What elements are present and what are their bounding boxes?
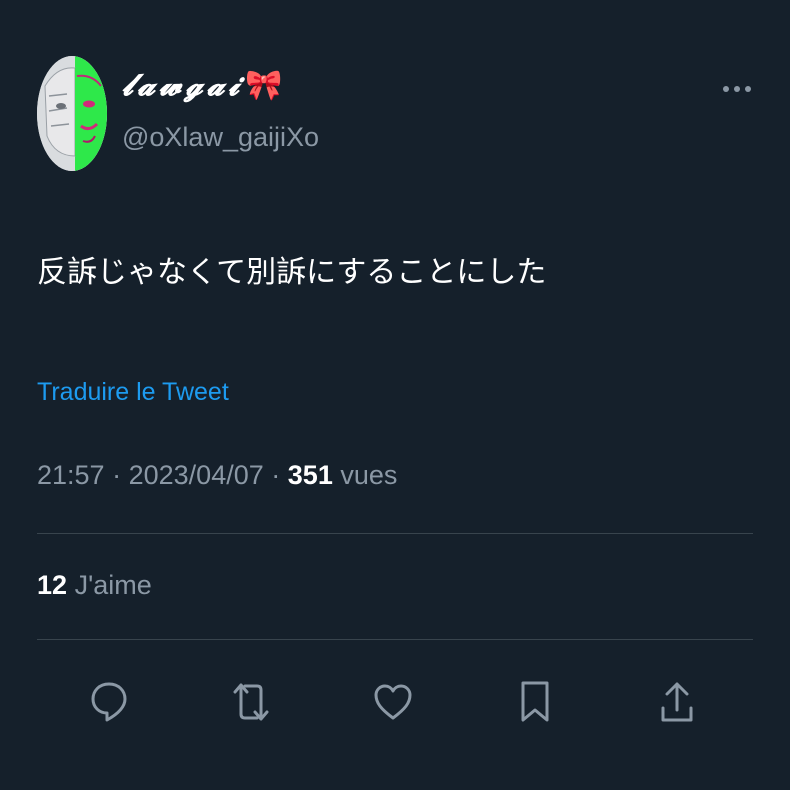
user-handle[interactable]: @oXlaw_gaijiXo bbox=[122, 122, 319, 153]
share-icon bbox=[661, 682, 693, 722]
more-horizontal-icon bbox=[723, 86, 751, 92]
tweet-metadata: 21:57 · 2023/04/07 · 351 vues bbox=[37, 460, 397, 491]
retweet-button[interactable] bbox=[225, 672, 277, 732]
reply-button[interactable] bbox=[83, 672, 135, 732]
likes-link[interactable]: 12 J'aime bbox=[37, 570, 152, 601]
more-options-button[interactable] bbox=[722, 80, 752, 98]
meta-separator: · bbox=[271, 460, 281, 490]
divider bbox=[37, 639, 753, 640]
tweet-text: 反訴じゃなくて別訴にすることにした bbox=[37, 255, 547, 290]
bookmark-icon bbox=[521, 681, 549, 722]
tweet-detail: 𝓵𝓪𝔀𝓰𝓪𝓲🎀 @oXlaw_gaijiXo 反訴じゃなくて別訴にすることにした… bbox=[0, 0, 790, 790]
heart-icon bbox=[374, 684, 412, 720]
likes-label: J'aime bbox=[74, 570, 152, 600]
display-name[interactable]: 𝓵𝓪𝔀𝓰𝓪𝓲🎀 bbox=[122, 68, 282, 103]
tweet-time[interactable]: 21:57 bbox=[37, 460, 105, 490]
bookmark-button[interactable] bbox=[509, 672, 561, 732]
views-count: 351 bbox=[287, 460, 333, 490]
reply-bubble-icon bbox=[91, 682, 127, 722]
avatar-image bbox=[37, 56, 107, 171]
views-label: vues bbox=[340, 460, 398, 490]
display-name-text: 𝓵𝓪𝔀𝓰𝓪𝓲 bbox=[122, 68, 244, 103]
avatar[interactable] bbox=[37, 56, 107, 171]
meta-separator: · bbox=[112, 460, 122, 490]
like-button[interactable] bbox=[367, 672, 419, 732]
likes-count: 12 bbox=[37, 570, 68, 600]
retweet-icon bbox=[233, 683, 269, 721]
divider bbox=[37, 533, 753, 534]
share-button[interactable] bbox=[651, 672, 703, 732]
tweet-date[interactable]: 2023/04/07 bbox=[129, 460, 264, 490]
bow-emoji: 🎀 bbox=[245, 68, 283, 103]
translate-tweet-link[interactable]: Traduire le Tweet bbox=[37, 378, 229, 407]
